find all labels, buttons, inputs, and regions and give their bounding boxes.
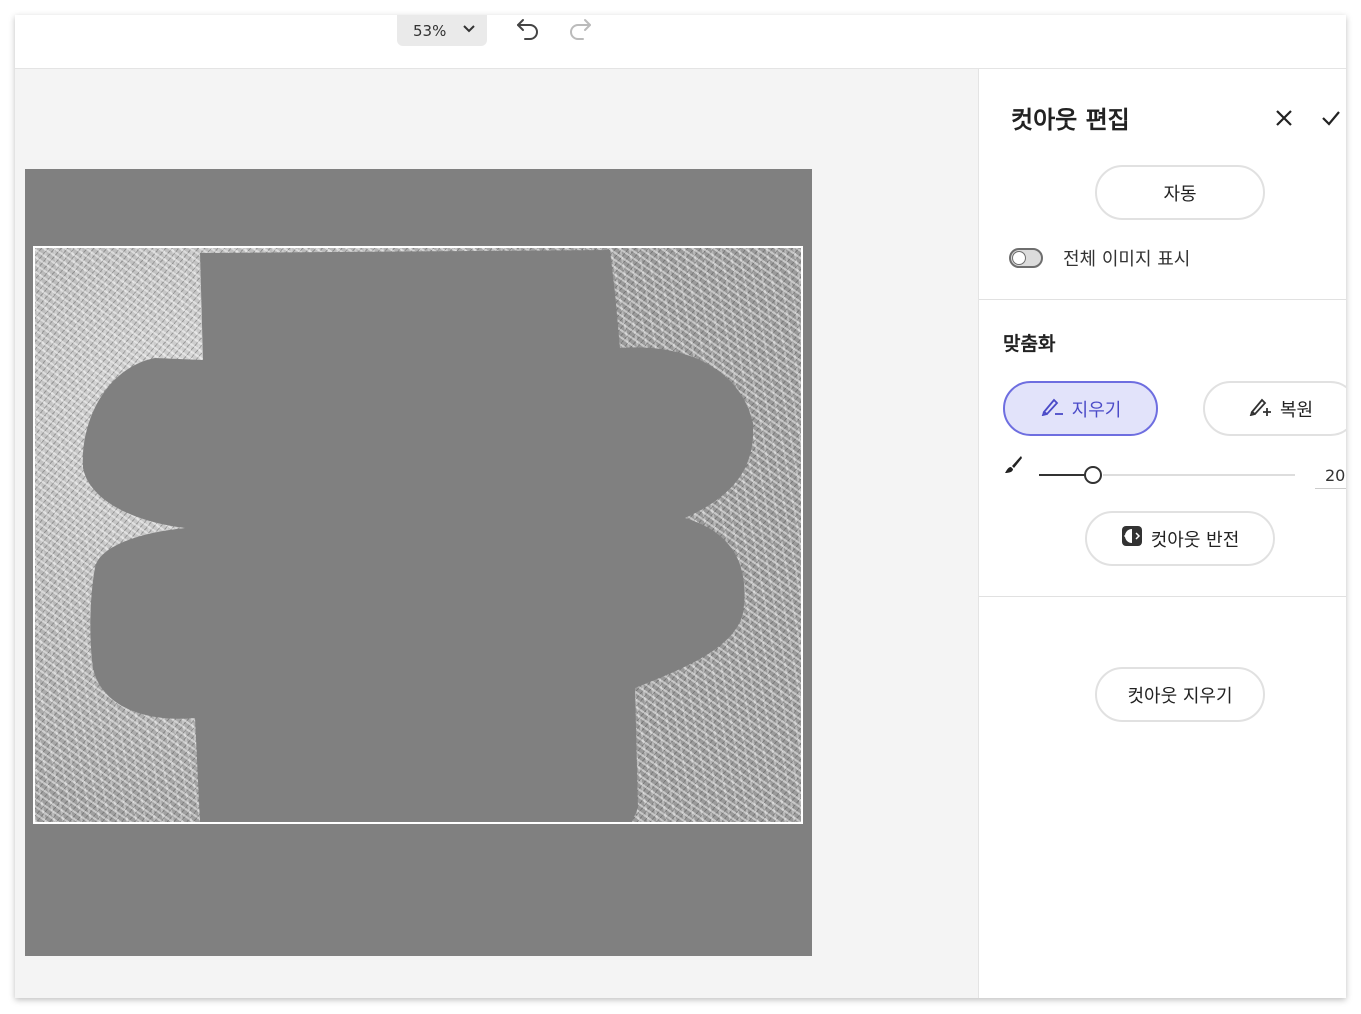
restore-label: 복원	[1279, 399, 1314, 421]
photo-layer[interactable]	[33, 246, 803, 824]
auto-label: 자동	[1163, 183, 1197, 205]
brush-size-value[interactable]: 20	[1315, 466, 1346, 489]
erase-label: 지우기	[1071, 399, 1122, 421]
invert-icon	[1121, 525, 1143, 552]
artboard[interactable]	[25, 169, 812, 956]
redo-icon[interactable]	[565, 16, 593, 44]
toggle-knob	[1012, 251, 1026, 265]
app-window: 53% 컷아웃 편집 자동 전체 이미지 표시 맞춤화 지우기 복원 20 컷아…	[15, 15, 1346, 998]
erase-button[interactable]: 지우기	[1003, 381, 1158, 436]
restore-brush-icon	[1248, 396, 1272, 421]
slider-track	[1103, 474, 1295, 476]
divider	[979, 299, 1346, 300]
brush-size-slider[interactable]	[1039, 466, 1295, 484]
invert-label: 컷아웃 반전	[1150, 529, 1240, 551]
panel-title: 컷아웃 편집	[1011, 106, 1130, 134]
show-full-image-row: 전체 이미지 표시	[1009, 245, 1190, 271]
checkmark-icon[interactable]	[1321, 109, 1341, 131]
zoom-value: 53%	[413, 21, 447, 40]
eraser-brush-icon	[1040, 396, 1064, 421]
slider-thumb[interactable]	[1084, 466, 1102, 484]
restore-button[interactable]: 복원	[1203, 381, 1346, 436]
undo-icon[interactable]	[515, 16, 543, 44]
zoom-dropdown[interactable]: 53%	[397, 15, 487, 46]
canvas-area	[15, 69, 978, 998]
invert-cutout-button[interactable]: 컷아웃 반전	[1085, 511, 1275, 566]
show-full-image-toggle[interactable]	[1009, 248, 1043, 268]
cutout-mask	[82, 250, 754, 822]
chevron-down-icon	[462, 22, 476, 40]
auto-button[interactable]: 자동	[1095, 165, 1265, 220]
cutout-edit-panel: 컷아웃 편집 자동 전체 이미지 표시 맞춤화 지우기 복원 20 컷아웃 반전…	[978, 69, 1346, 998]
clear-label: 컷아웃 지우기	[1127, 685, 1233, 707]
show-full-image-label: 전체 이미지 표시	[1063, 249, 1191, 270]
brush-icon	[1003, 455, 1023, 479]
divider	[979, 596, 1346, 597]
close-icon[interactable]	[1275, 109, 1293, 131]
refine-section-title: 맞춤화	[1003, 333, 1056, 355]
clear-cutout-button[interactable]: 컷아웃 지우기	[1095, 667, 1265, 722]
top-toolbar: 53%	[15, 15, 1346, 69]
slider-fill	[1039, 474, 1089, 476]
